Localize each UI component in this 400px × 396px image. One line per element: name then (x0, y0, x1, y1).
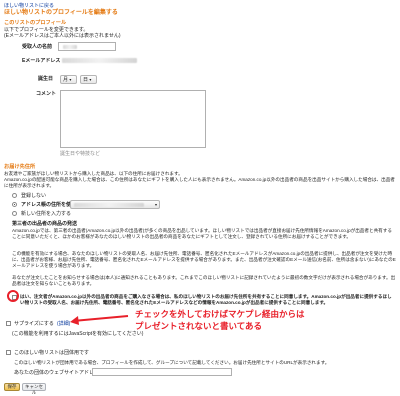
email-label: Eメールアドレス (22, 58, 61, 64)
surprise-details-link[interactable]: (詳細) (57, 321, 70, 328)
consent-checkbox-label: はい、注文者がAmazon.co.jp以外の出品者の商品をご購入なさる場合は、私… (20, 294, 392, 305)
shipping-desc-2: Amazon.co.jpの配送可能な商品を購入した場合は、この住所はあなたにギフ… (4, 177, 395, 188)
email-privacy-note: (Eメールアドレスはご本人以外には表示されません) (4, 33, 121, 39)
surprise-javascript-note: (この機能を利用するにはJavaScriptを有効にしてください) (12, 331, 144, 337)
radio-address-book-label: アドレス帳の住所を使う (21, 202, 77, 208)
radio-new-address[interactable] (12, 211, 17, 216)
radio-new-address-label: 新しい住所を入力する (21, 211, 72, 217)
radio-no-address[interactable] (12, 193, 17, 198)
recipient-name-input[interactable] (58, 42, 116, 51)
comment-textarea[interactable] (60, 90, 206, 148)
profile-section-title: このリストのプロフィール (4, 20, 67, 26)
blurred-address (74, 203, 144, 207)
birth-day-select[interactable]: 日 ▾ (80, 75, 97, 84)
birth-month-value: 月 (63, 77, 69, 83)
annotation-line-2: プレゼントされないと書いてある (135, 321, 262, 331)
chevron-down-icon: ▾ (69, 77, 72, 82)
surprise-label: サプライズにする (14, 321, 54, 327)
save-button[interactable]: 保存 (4, 383, 20, 391)
surprise-checkbox[interactable] (6, 321, 11, 326)
group-website-input[interactable] (92, 368, 232, 376)
shipping-section-title: お届け先住所 (4, 164, 36, 170)
group-checkbox[interactable] (6, 350, 11, 355)
third-party-desc: Amazon.co.jpでは、第三者の出品者(Amazon.co.jp以外の出品… (12, 228, 392, 239)
annotation-circle (7, 290, 19, 302)
blurred-name (63, 45, 77, 49)
chevron-down-icon: ▾ (154, 202, 157, 207)
birthday-label: 誕生日 (38, 76, 54, 82)
radio-no-address-label: 登録しない (21, 193, 47, 199)
third-party-title: 第三者の出品者の商品の発送 (12, 221, 78, 227)
group-checkbox-label: このほしい物リストは団体用です (14, 350, 90, 356)
comment-label: コメント (36, 91, 57, 97)
annotation-arrow (70, 315, 129, 325)
cancel-button[interactable]: キャンセル (22, 383, 46, 395)
consent-desc-2: あなたが注文したことをお知らせする場合は(本人)に通知されることもあります。これ… (12, 275, 396, 286)
recipient-name-label: 受取人の名前 (22, 44, 53, 50)
address-book-select[interactable]: ▾ (70, 200, 160, 209)
radio-address-book[interactable] (12, 202, 17, 207)
birth-month-select[interactable]: 月 ▾ (60, 75, 77, 84)
comment-hint: 誕生日や特技など (60, 151, 101, 157)
group-desc: このほしい物リストが団体用である場合、プロフィールを作成して、グループについて記… (14, 360, 330, 365)
annotation-line-1: チェックを外しておけばマケプレ経由からは (135, 309, 305, 319)
consent-desc: この機能を有効にする場合、あなたのほしい物リストの受取人名、お届け先住所、電話番… (12, 251, 396, 268)
blurred-email (62, 58, 137, 63)
chevron-down-icon: ▾ (89, 77, 92, 82)
page-title: ほしい物リストのプロフィールを編集する (4, 10, 118, 16)
group-website-label: あなたの団体のウェブサイトアドレス (14, 370, 100, 376)
birth-day-value: 日 (83, 77, 89, 83)
